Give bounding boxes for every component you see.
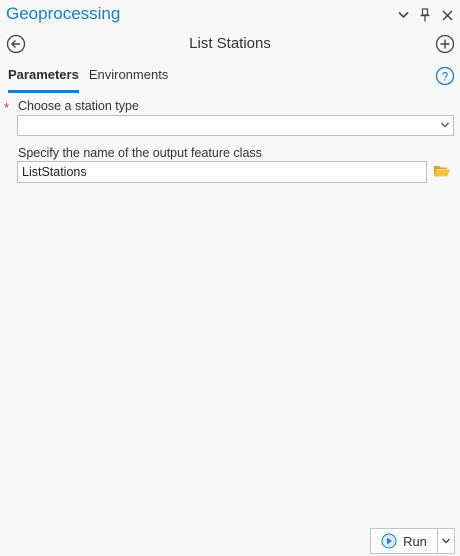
browse-button[interactable] bbox=[433, 163, 451, 179]
tab-parameters[interactable]: Parameters bbox=[8, 67, 79, 93]
chevron-down-icon bbox=[442, 538, 450, 544]
output-label: Specify the name of the output feature c… bbox=[18, 146, 262, 160]
run-button[interactable]: Run bbox=[370, 528, 438, 554]
svg-text:?: ? bbox=[442, 70, 449, 84]
station-type-label: Choose a station type bbox=[18, 99, 139, 113]
pin-icon[interactable] bbox=[418, 7, 432, 23]
tab-environments[interactable]: Environments bbox=[89, 67, 168, 91]
chevron-down-icon bbox=[441, 122, 449, 128]
pane-controls bbox=[396, 6, 454, 24]
run-group: Run bbox=[370, 528, 455, 554]
help-icon: ? bbox=[435, 66, 455, 86]
add-button[interactable] bbox=[435, 34, 455, 54]
tab-bar: Parameters Environments bbox=[8, 67, 168, 93]
output-name-input[interactable] bbox=[17, 161, 427, 183]
close-icon[interactable] bbox=[440, 7, 454, 23]
tool-title: List Stations bbox=[189, 35, 271, 52]
station-type-select[interactable] bbox=[17, 115, 454, 136]
plus-circle-icon bbox=[435, 34, 455, 54]
pane-header: Geoprocessing bbox=[0, 0, 460, 30]
tool-row: List Stations bbox=[0, 30, 460, 58]
play-icon bbox=[381, 533, 397, 549]
folder-icon bbox=[434, 166, 450, 177]
run-label: Run bbox=[403, 533, 427, 549]
required-indicator: * bbox=[4, 100, 10, 115]
pane-title: Geoprocessing bbox=[6, 4, 121, 23]
help-button[interactable]: ? bbox=[435, 66, 455, 86]
run-dropdown[interactable] bbox=[438, 528, 455, 554]
chevron-down-icon[interactable] bbox=[396, 7, 410, 23]
